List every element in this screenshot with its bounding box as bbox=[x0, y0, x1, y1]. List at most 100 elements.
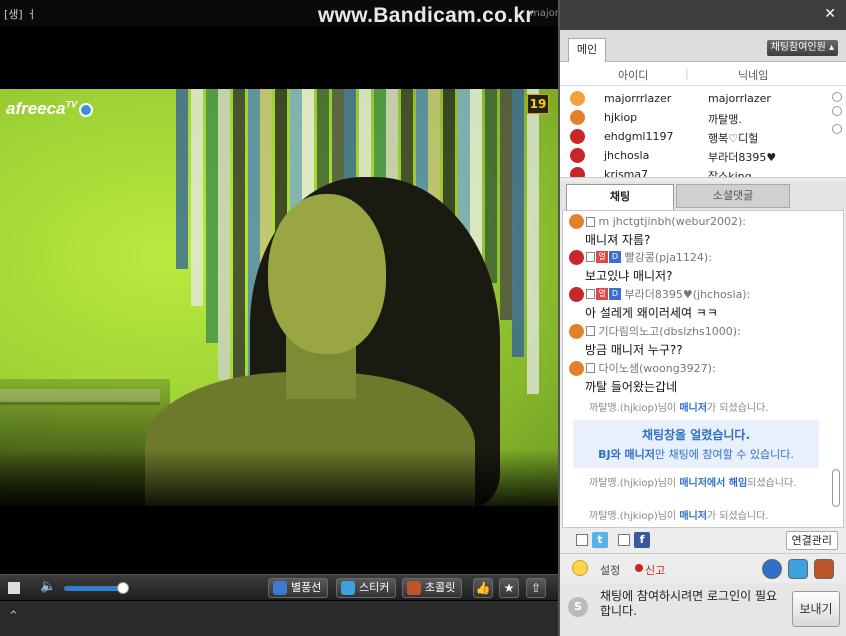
tab-main[interactable]: 메인 bbox=[568, 38, 606, 62]
system-message: 까탈맹.(hjkiop)님이 매니저가 되셨습니다. bbox=[589, 403, 769, 414]
user-grade-icon bbox=[570, 167, 585, 177]
chat-input[interactable]: 채팅에 참여하시려면 로그인이 필요합니다. bbox=[596, 587, 786, 631]
user-grade-icon bbox=[569, 286, 584, 302]
subscriber-badge-icon: D bbox=[609, 251, 621, 263]
tab-social-comments[interactable]: 소셜댓글 bbox=[676, 184, 790, 208]
facebook-checkbox[interactable] bbox=[618, 534, 630, 546]
user-grade-icon bbox=[570, 110, 585, 125]
star-balloon-button[interactable]: 별풍선 bbox=[268, 578, 329, 598]
chat-input-row: S 채팅에 참여하시려면 로그인이 필요합니다. 보내기 bbox=[560, 583, 846, 636]
chat-username[interactable]: 빨강콩(pja1124): bbox=[625, 251, 712, 264]
user-list: majorrrlazer majorrlazer hjkiop 까탈맹. ehd… bbox=[560, 86, 846, 178]
afreeca-logo: afreecaTV bbox=[6, 99, 94, 119]
video-frame[interactable]: afreecaTV 19 bbox=[0, 89, 558, 506]
chat-text: 아 설레게 왜이러세여 ㅋㅋ bbox=[585, 306, 718, 320]
scroll-thumb[interactable] bbox=[832, 106, 842, 116]
twitter-checkbox[interactable] bbox=[576, 534, 588, 546]
sticker-button[interactable]: 스티커 bbox=[336, 578, 397, 598]
user-row[interactable]: ehdgml1197 행복♡디헐 bbox=[560, 127, 830, 146]
user-grade-icon bbox=[570, 129, 585, 144]
player-controls: 🔈 별풍선 스티커 초콜릿 👍 ★ ⇧ bbox=[0, 574, 558, 600]
user-row[interactable]: hjkiop 까탈맹. bbox=[560, 108, 830, 127]
chat-options-row: 설정 신고 bbox=[560, 555, 846, 583]
player-bottom-bar: ⌃ bbox=[0, 601, 558, 636]
user-grade-icon bbox=[569, 360, 584, 376]
fan-badge-icon: 열 bbox=[596, 288, 608, 300]
chocolate-button[interactable]: 초콜릿 bbox=[402, 578, 463, 598]
link-manage-button[interactable]: 연결관리 bbox=[785, 531, 838, 550]
share-button[interactable]: ⇧ bbox=[526, 578, 546, 598]
chat-username[interactable]: 부라더8395♥(jhchosla): bbox=[625, 288, 751, 301]
system-message: 까탈맹.(hjkiop)님이 매니저가 되셨습니다. bbox=[589, 511, 769, 522]
chat-message: m jhctgtjinbh(webur2002): 매니져 자름? bbox=[569, 214, 815, 248]
thumbs-up-icon: 👍 bbox=[475, 581, 491, 595]
chat-scroll-thumb[interactable] bbox=[832, 469, 840, 507]
close-icon[interactable]: ✕ bbox=[824, 6, 836, 22]
globe-icon[interactable] bbox=[762, 559, 782, 579]
home-icon[interactable]: ⌃ bbox=[8, 609, 19, 624]
share-icon: ⇧ bbox=[530, 581, 542, 595]
chat-tabs: 채팅 소셜댓글 bbox=[560, 182, 846, 210]
chat-username[interactable]: m jhctgtjinbh(webur2002): bbox=[599, 215, 746, 228]
user-list-header: 아이디 | 닉네임 bbox=[560, 62, 846, 86]
chat-message: 열D 빨강콩(pja1124): 보고있냐 매니저? bbox=[569, 249, 815, 284]
chat-participants-button[interactable]: 채팅참여인원 ▴ bbox=[766, 40, 838, 56]
settings-link[interactable]: 설정 bbox=[600, 562, 620, 578]
favorite-button[interactable]: ★ bbox=[499, 578, 519, 598]
facebook-icon[interactable]: f bbox=[634, 532, 650, 548]
chat-username[interactable]: 기다림의노고(dbslzhs1000): bbox=[599, 325, 741, 338]
siren-icon bbox=[635, 564, 643, 572]
bandicam-watermark: www.Bandicam.co.kr bbox=[318, 4, 534, 27]
scroll-up-icon[interactable] bbox=[832, 92, 842, 102]
balloon-icon bbox=[273, 581, 287, 595]
broadcaster-id: majorrrlazer bbox=[530, 8, 558, 19]
checkbox-icon bbox=[586, 326, 595, 336]
user-list-scrollbar[interactable] bbox=[832, 90, 842, 176]
sticker-icon[interactable] bbox=[788, 559, 808, 579]
chat-log: m jhctgtjinbh(webur2002): 매니져 자름? 열D 빨강콩… bbox=[562, 210, 844, 528]
twitter-icon[interactable]: t bbox=[592, 532, 608, 548]
chat-username[interactable]: 다이노샘(woong3927): bbox=[599, 362, 716, 375]
chat-message: 기다림의노고(dbslzhs1000): 방금 매니저 누구?? bbox=[569, 323, 815, 358]
report-link[interactable]: 신고 bbox=[645, 562, 665, 578]
column-id: 아이디 bbox=[618, 69, 649, 82]
emoticon-icon[interactable] bbox=[572, 560, 588, 576]
checkbox-icon bbox=[586, 216, 595, 227]
user-grade-icon bbox=[569, 249, 584, 265]
chocolate-icon bbox=[407, 581, 421, 595]
user-row[interactable]: krisma7 잡스king bbox=[560, 165, 830, 177]
user-grade-icon bbox=[569, 323, 584, 339]
scroll-down-icon[interactable] bbox=[832, 124, 842, 134]
avatar: S bbox=[568, 597, 588, 617]
chat-frozen-notice: 채팅창을 얼렸습니다. BJ와 매니저만 채팅에 참여할 수 있습니다. bbox=[573, 420, 819, 468]
user-grade-icon bbox=[570, 91, 585, 106]
chat-panel: ✕ 메인 채팅참여인원 ▴ 아이디 | 닉네임 majorrrlazer maj… bbox=[558, 0, 846, 636]
share-row: t f 연결관리 bbox=[560, 528, 846, 554]
volume-knob[interactable] bbox=[117, 582, 129, 594]
fan-badge-icon: 열 bbox=[596, 251, 608, 263]
user-grade-icon bbox=[569, 214, 584, 229]
panel-header: ✕ bbox=[560, 0, 846, 30]
age-19-badge: 19 bbox=[527, 94, 549, 114]
user-row[interactable]: jhchosla 부라더8395♥ bbox=[560, 146, 830, 165]
chat-text: 보고있냐 매니저? bbox=[585, 269, 673, 283]
stop-button[interactable] bbox=[8, 582, 20, 594]
chocolate-icon[interactable] bbox=[814, 559, 834, 579]
video-player: [생] ㅓ www.Bandicam.co.kr majorrrlazer af… bbox=[0, 0, 558, 636]
tab-chat[interactable]: 채팅 bbox=[566, 184, 674, 210]
chat-scrollbar[interactable] bbox=[831, 215, 841, 523]
checkbox-icon bbox=[586, 289, 595, 299]
chat-message: 열D 부라더8395♥(jhchosla): 아 설레게 왜이러세여 ㅋㅋ bbox=[569, 286, 815, 321]
volume-slider[interactable] bbox=[64, 586, 123, 591]
subscriber-badge-icon: D bbox=[609, 288, 621, 300]
user-grade-icon bbox=[570, 148, 585, 163]
chat-message: 다이노샘(woong3927): 까탈 들어왔는갑네 bbox=[569, 360, 815, 395]
checkbox-icon bbox=[586, 363, 595, 373]
like-button[interactable]: 👍 bbox=[473, 578, 493, 598]
star-icon: ★ bbox=[503, 581, 515, 595]
player-title-bar: [생] ㅓ www.Bandicam.co.kr majorrrlazer bbox=[0, 0, 558, 27]
speaker-icon[interactable]: 🔈 bbox=[40, 579, 56, 594]
checkbox-icon bbox=[586, 252, 595, 262]
user-row[interactable]: majorrrlazer majorrlazer bbox=[560, 89, 830, 108]
send-button[interactable]: 보내기 bbox=[792, 591, 840, 627]
